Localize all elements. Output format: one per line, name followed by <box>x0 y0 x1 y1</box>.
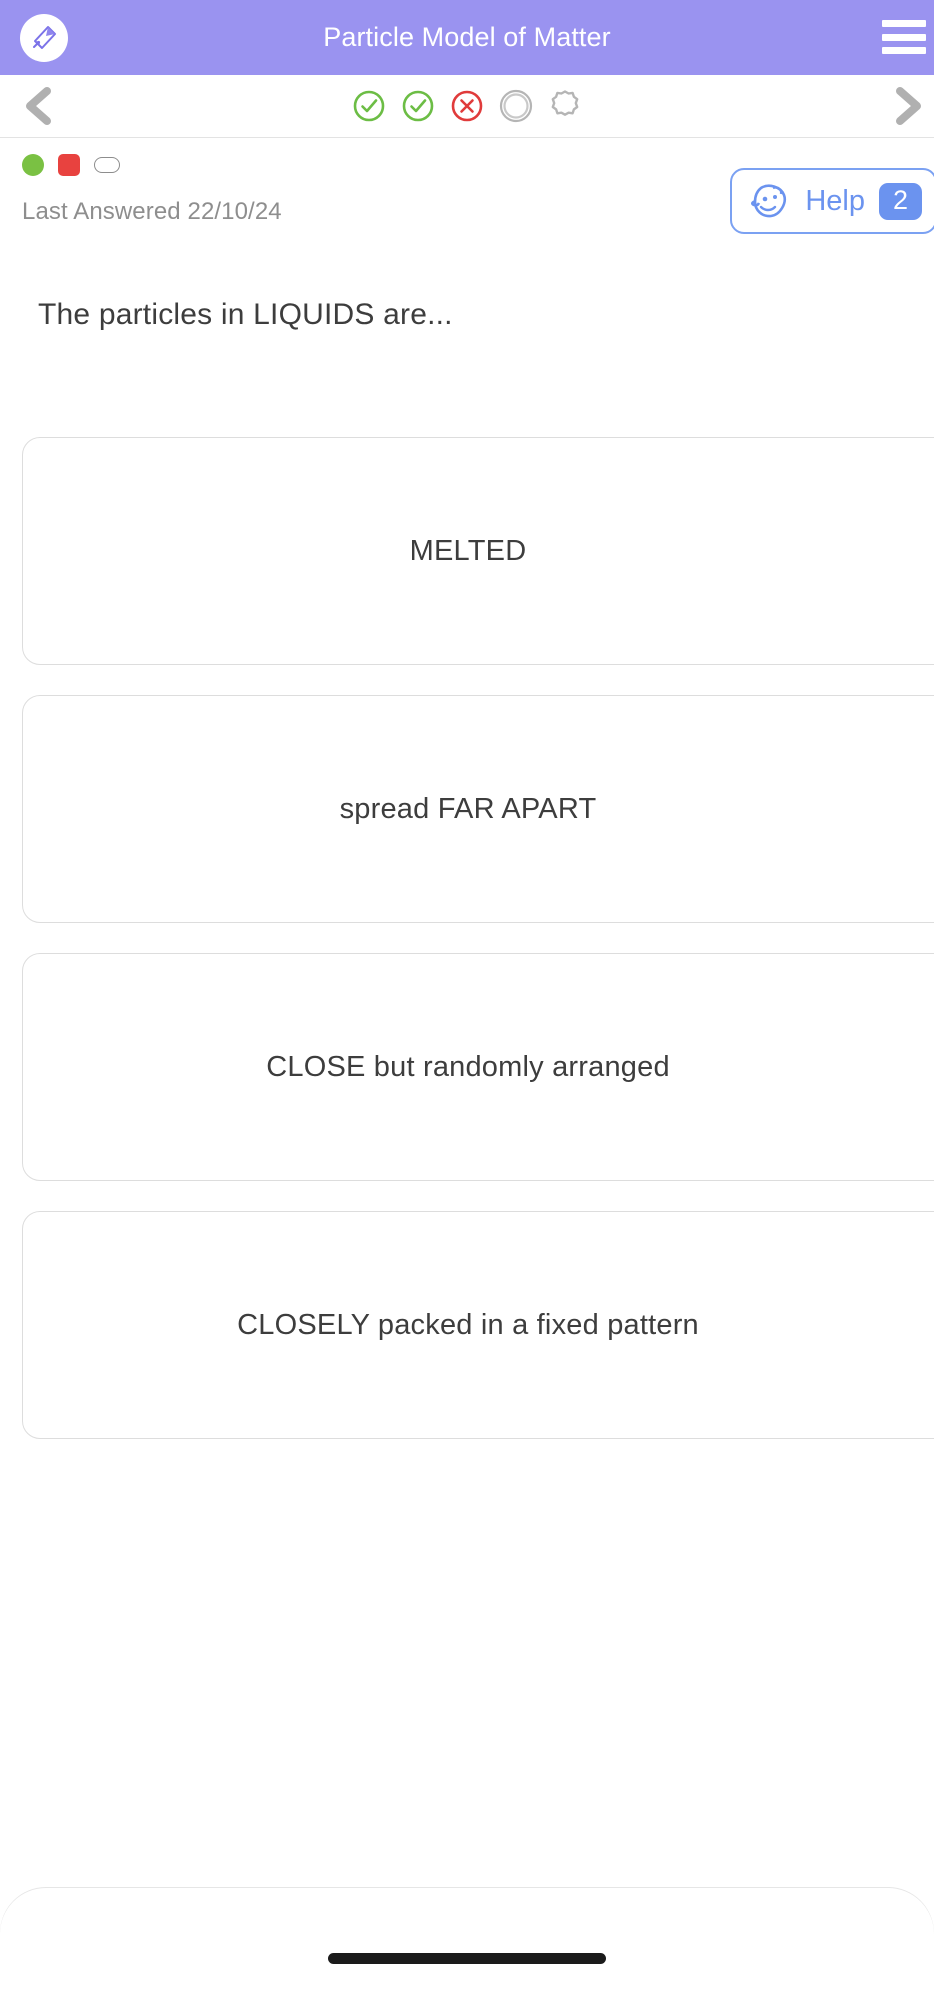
answer-option-label: spread FAR APART <box>339 792 597 825</box>
hamburger-bar <box>882 20 926 27</box>
help-dog-face-icon <box>747 179 791 223</box>
home-indicator[interactable] <box>328 1953 606 1964</box>
answer-options-list: MELTED spread FAR APART CLOSE but random… <box>0 437 934 1439</box>
question-text: The particles in LIQUIDS are... <box>38 298 453 331</box>
quiz-gem-logo-icon <box>29 23 59 53</box>
answer-option-spread-far-apart[interactable]: spread FAR APART <box>22 695 934 923</box>
previous-question-button[interactable] <box>16 84 60 128</box>
status-dot-correct <box>22 154 44 176</box>
status-dot-unanswered <box>94 157 120 173</box>
app-header: Particle Model of Matter <box>0 0 934 75</box>
next-question-button[interactable] <box>886 84 930 128</box>
hamburger-menu-icon[interactable] <box>882 16 926 58</box>
status-dot-incorrect <box>58 154 80 176</box>
bottom-bar <box>0 1888 934 1990</box>
progress-step-5-upcoming[interactable] <box>547 88 583 124</box>
chevron-right-icon <box>891 86 925 126</box>
app-screen: Particle Model of Matter Last Answered 2… <box>0 0 934 1990</box>
progress-step-list <box>351 88 583 124</box>
chevron-left-icon <box>21 86 55 126</box>
progress-step-4-current[interactable] <box>498 88 534 124</box>
app-logo-button[interactable] <box>20 14 68 62</box>
question-progress-bar <box>0 75 934 138</box>
answer-option-label: MELTED <box>409 534 527 567</box>
answer-option-closely-packed-fixed-pattern[interactable]: CLOSELY packed in a fixed pattern <box>22 1211 934 1439</box>
answer-option-label: CLOSE but randomly arranged <box>266 1050 670 1083</box>
page-title: Particle Model of Matter <box>323 22 611 52</box>
hamburger-bar <box>882 47 926 54</box>
progress-step-3-incorrect[interactable] <box>449 88 485 124</box>
answer-status-row: Last Answered 22/10/24 Help 2 <box>0 138 934 256</box>
help-button[interactable]: Help 2 <box>730 168 934 234</box>
help-label: Help <box>805 184 865 217</box>
answer-option-label: CLOSELY packed in a fixed pattern <box>237 1308 699 1341</box>
help-count-badge: 2 <box>878 182 922 220</box>
progress-step-1-correct[interactable] <box>351 88 387 124</box>
answer-option-close-randomly-arranged[interactable]: CLOSE but randomly arranged <box>22 953 934 1181</box>
progress-step-2-correct[interactable] <box>400 88 436 124</box>
answer-option-melted[interactable]: MELTED <box>22 437 934 665</box>
hamburger-bar <box>882 33 926 41</box>
